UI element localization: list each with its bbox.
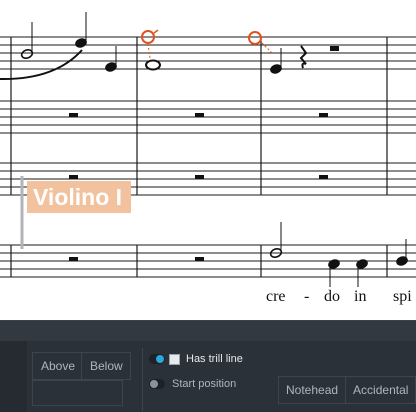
panel-side-bar (0, 341, 27, 412)
staff-4 (0, 244, 416, 278)
instrument-label[interactable]: Violino I (27, 181, 131, 213)
quarter-note (356, 259, 368, 269)
has-trill-line-label: Has trill line (186, 353, 243, 365)
below-button[interactable]: Below (82, 352, 131, 380)
above-button[interactable]: Above (32, 352, 82, 380)
staff-1 (0, 36, 416, 70)
score-canvas[interactable] (0, 0, 416, 320)
barlines (10, 37, 388, 277)
start-position-label: Start position (172, 378, 237, 390)
toggle-knob (156, 355, 164, 363)
slur (0, 49, 83, 81)
panel-divider (142, 348, 143, 411)
rest-block (330, 46, 339, 51)
placement-toggle-group: Above Below (32, 352, 131, 380)
quarter-rest (299, 45, 308, 69)
has-trill-line-checkbox[interactable] (169, 353, 180, 365)
quarter-note (396, 256, 408, 266)
trill-type-group: Notehead Accidental (278, 376, 416, 404)
has-trill-line-toggle[interactable] (149, 354, 165, 364)
quarter-note (328, 259, 340, 269)
staff-2 (0, 100, 416, 134)
whole-note (145, 59, 161, 71)
start-position-row: Start position (149, 378, 236, 390)
lyric-syllable[interactable]: spi (393, 288, 412, 306)
trill-marker[interactable] (141, 29, 273, 59)
value-field[interactable] (32, 380, 123, 406)
toggle-knob (150, 380, 158, 388)
has-trill-line-row: Has trill line (149, 353, 243, 365)
notehead-button[interactable]: Notehead (278, 376, 347, 404)
lyric-syllable[interactable]: do (324, 288, 340, 306)
lyric-syllable[interactable]: in (354, 288, 366, 306)
lyric-syllable[interactable]: cre (266, 288, 286, 306)
accidental-button[interactable]: Accidental (346, 376, 416, 404)
panel-header-strip (0, 321, 416, 341)
lyric-hyphen[interactable]: - (304, 288, 309, 306)
start-position-toggle[interactable] (149, 379, 165, 389)
